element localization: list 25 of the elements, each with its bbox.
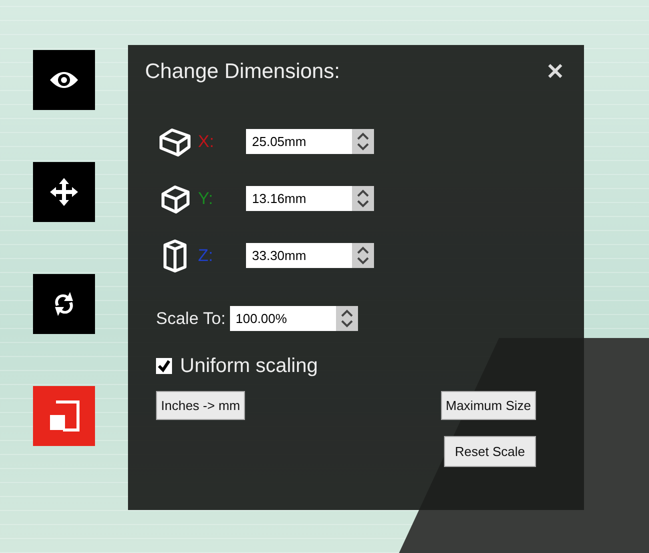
axis-label: X: xyxy=(198,132,216,152)
spinner-arrows-icon[interactable] xyxy=(352,186,374,211)
move-arrows-icon xyxy=(49,177,79,207)
spinner-arrows-icon[interactable] xyxy=(352,243,374,268)
uniform-scaling-label: Uniform scaling xyxy=(180,354,318,378)
dimension-field[interactable]: 13.16mm xyxy=(246,186,352,211)
tool-button[interactable] xyxy=(33,50,95,110)
close-button[interactable]: ✕ xyxy=(542,59,568,85)
scale-to-label: Scale To: xyxy=(156,308,226,328)
inches-to-mm-button[interactable]: Inches -> mm xyxy=(156,391,246,420)
maximum-size-button[interactable]: Maximum Size xyxy=(440,391,536,420)
dialog-title: Change Dimensions: xyxy=(145,60,340,84)
reset-scale-button[interactable]: Reset Scale xyxy=(444,436,536,467)
spinner-arrows-icon[interactable] xyxy=(352,129,374,154)
spinner-arrows-icon[interactable] xyxy=(336,306,358,331)
dimension-field[interactable]: 33.30mm xyxy=(246,243,352,268)
tool-button[interactable] xyxy=(33,162,95,222)
scale-squares-icon xyxy=(47,399,81,433)
axis-label: Y: xyxy=(198,188,214,208)
dimension-field[interactable]: 25.05mm xyxy=(246,129,352,154)
tool-button[interactable] xyxy=(33,274,95,334)
axis-label: Z: xyxy=(198,246,214,266)
scale-field[interactable]: 100.00% xyxy=(230,306,336,331)
uniform-scaling-checkbox[interactable] xyxy=(156,358,172,374)
eye-icon xyxy=(49,70,79,90)
